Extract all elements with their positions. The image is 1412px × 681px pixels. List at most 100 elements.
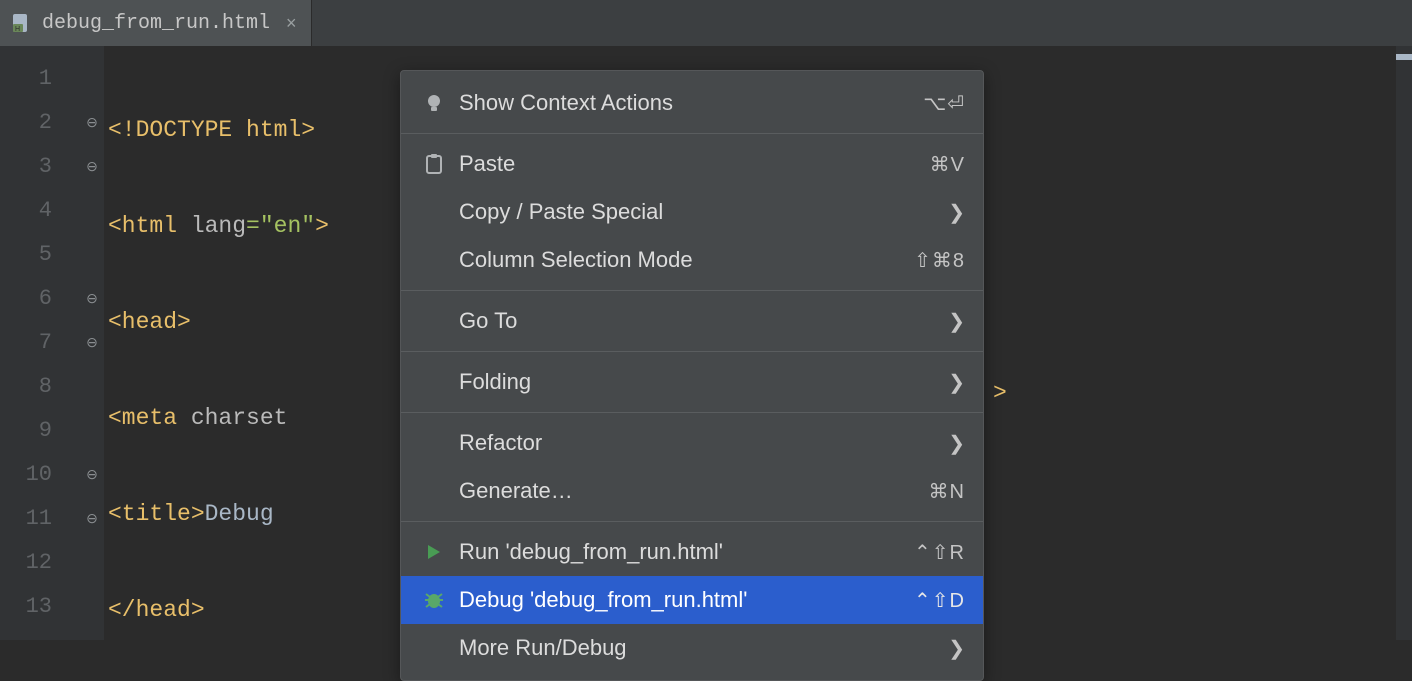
marker[interactable] <box>1396 54 1412 60</box>
clipboard-icon <box>419 149 449 179</box>
menu-separator <box>401 133 983 134</box>
svg-text:H: H <box>15 26 20 33</box>
fold-marker <box>80 56 104 100</box>
code-token: > <box>315 213 329 239</box>
marker-strip <box>1396 46 1412 640</box>
line-number: 5 <box>0 232 80 276</box>
fold-marker[interactable]: ⊖ <box>80 320 104 364</box>
line-number: 9 <box>0 408 80 452</box>
code-token: "en" <box>260 213 315 239</box>
blank-icon <box>419 245 449 275</box>
line-number: 10 <box>0 452 80 496</box>
fold-gutter: ⊖ ⊖ ⊖ ⊖ ⊖ ⊖ <box>80 46 104 640</box>
fold-marker <box>80 584 104 628</box>
menu-show-context-actions[interactable]: Show Context Actions ⌥⏎ <box>401 79 983 127</box>
menu-label: Refactor <box>455 430 948 456</box>
fold-marker <box>80 188 104 232</box>
menu-refactor[interactable]: Refactor ❯ <box>401 419 983 467</box>
menu-label: Paste <box>455 151 930 177</box>
code-token: > <box>301 117 315 143</box>
code-token: <html <box>108 213 177 239</box>
menu-separator <box>401 412 983 413</box>
code-token: <head> <box>108 309 191 335</box>
line-number: 13 <box>0 584 80 628</box>
code-token: html <box>232 117 301 143</box>
line-number: 1 <box>0 56 80 100</box>
menu-label: Run 'debug_from_run.html' <box>455 539 914 565</box>
blank-icon <box>419 306 449 336</box>
lightbulb-icon <box>419 88 449 118</box>
chevron-right-icon: ❯ <box>948 200 965 225</box>
menu-label: Copy / Paste Special <box>455 199 948 225</box>
fold-marker[interactable]: ⊖ <box>80 144 104 188</box>
line-number: 11 <box>0 496 80 540</box>
code-token: = <box>246 213 260 239</box>
menu-label: Folding <box>455 369 948 395</box>
chevron-right-icon: ❯ <box>948 431 965 456</box>
menu-generate[interactable]: Generate… ⌘N <box>401 467 983 515</box>
menu-label: Debug 'debug_from_run.html' <box>455 587 914 613</box>
code-token: <title> <box>108 501 205 527</box>
code-token: Debug <box>205 501 288 527</box>
fold-marker[interactable]: ⊖ <box>80 496 104 540</box>
menu-shortcut: ⌥⏎ <box>923 91 965 116</box>
code-token: </head> <box>108 597 205 623</box>
chevron-right-icon: ❯ <box>948 309 965 334</box>
menu-debug[interactable]: Debug 'debug_from_run.html' ⌃⇧D <box>401 576 983 624</box>
chevron-right-icon: ❯ <box>948 370 965 395</box>
menu-label: Generate… <box>455 478 929 504</box>
code-token: <meta <box>108 405 177 431</box>
line-number: 6 <box>0 276 80 320</box>
tab-bar: H debug_from_run.html × <box>0 0 1412 46</box>
play-icon <box>419 537 449 567</box>
line-number: 4 <box>0 188 80 232</box>
menu-label: More Run/Debug <box>455 635 948 661</box>
fold-marker[interactable]: ⊖ <box>80 452 104 496</box>
editor-tab[interactable]: H debug_from_run.html × <box>0 0 312 46</box>
line-number: 12 <box>0 540 80 584</box>
context-menu: Show Context Actions ⌥⏎ Paste ⌘V Copy / … <box>400 70 984 681</box>
code-token: <!DOCTYPE <box>108 117 232 143</box>
blank-icon <box>419 633 449 663</box>
code-token: charset <box>177 405 287 431</box>
menu-shortcut: ⌘V <box>930 152 965 177</box>
code-token: lang <box>177 213 246 239</box>
menu-column-selection[interactable]: Column Selection Mode ⇧⌘8 <box>401 236 983 284</box>
menu-shortcut: ⌃⇧R <box>914 540 965 565</box>
code-token-peek: > <box>993 380 1007 406</box>
menu-label: Column Selection Mode <box>455 247 914 273</box>
fold-marker <box>80 232 104 276</box>
blank-icon <box>419 476 449 506</box>
bug-icon <box>419 585 449 615</box>
menu-folding[interactable]: Folding ❯ <box>401 358 983 406</box>
menu-shortcut: ⌃⇧D <box>914 588 965 613</box>
fold-marker[interactable]: ⊖ <box>80 276 104 320</box>
line-number: 3 <box>0 144 80 188</box>
menu-separator <box>401 351 983 352</box>
menu-copy-paste-special[interactable]: Copy / Paste Special ❯ <box>401 188 983 236</box>
menu-paste[interactable]: Paste ⌘V <box>401 140 983 188</box>
chevron-right-icon: ❯ <box>948 636 965 661</box>
menu-separator <box>401 521 983 522</box>
close-icon[interactable]: × <box>286 13 297 34</box>
line-number-gutter: 1 2 3 4 5 6 7 8 9 10 11 12 13 <box>0 46 80 640</box>
menu-shortcut: ⌘N <box>929 479 965 504</box>
menu-separator <box>401 290 983 291</box>
menu-go-to[interactable]: Go To ❯ <box>401 297 983 345</box>
blank-icon <box>419 428 449 458</box>
menu-label: Show Context Actions <box>455 90 923 116</box>
menu-more-run-debug[interactable]: More Run/Debug ❯ <box>401 624 983 672</box>
fold-marker <box>80 540 104 584</box>
menu-shortcut: ⇧⌘8 <box>914 248 965 273</box>
html-file-icon: H <box>10 12 32 34</box>
menu-run[interactable]: Run 'debug_from_run.html' ⌃⇧R <box>401 528 983 576</box>
blank-icon <box>419 367 449 397</box>
line-number: 2 <box>0 100 80 144</box>
fold-marker[interactable]: ⊖ <box>80 100 104 144</box>
blank-icon <box>419 197 449 227</box>
fold-marker <box>80 408 104 452</box>
tab-filename: debug_from_run.html <box>42 12 270 35</box>
line-number: 7 <box>0 320 80 364</box>
line-number: 8 <box>0 364 80 408</box>
fold-marker <box>80 364 104 408</box>
